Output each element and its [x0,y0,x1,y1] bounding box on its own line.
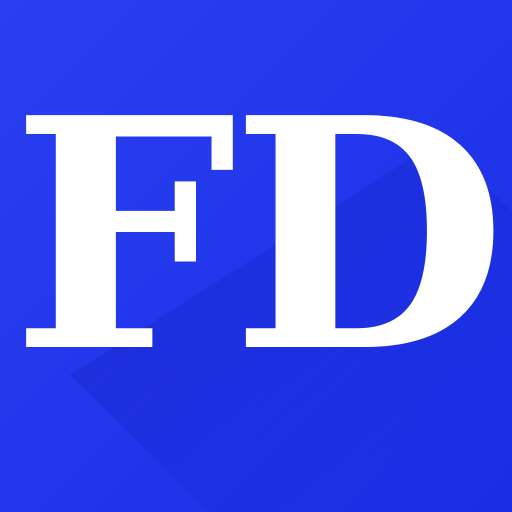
logo-monogram: FD [11,48,507,422]
app-icon: FD [0,0,512,512]
